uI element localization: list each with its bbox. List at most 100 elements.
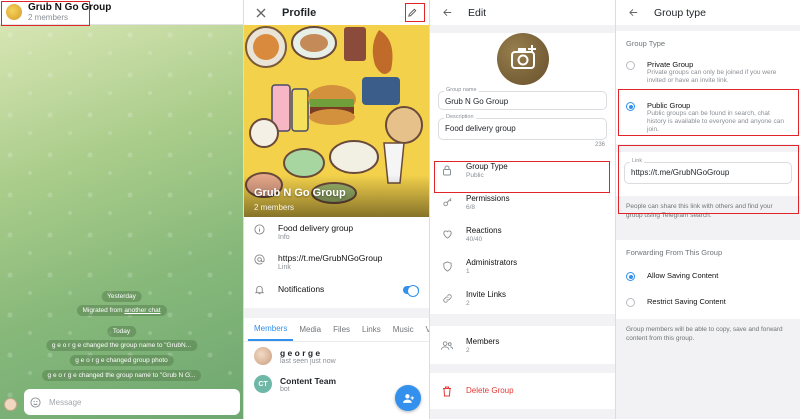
members-card: Members 2 [430, 326, 615, 364]
message-bar[interactable]: Message [24, 389, 240, 415]
settings-row-group-type[interactable]: Group Type Public [430, 154, 615, 186]
profile-panel: Profile Grub N Go Group 2 members Food d… [243, 0, 429, 419]
restrict-saving-radio[interactable] [626, 298, 635, 307]
delete-group-button[interactable]: Delete Group [430, 373, 615, 409]
administrators-value: 1 [466, 267, 470, 275]
service-message: g e o r g e changed group photo [69, 355, 174, 366]
camera-add-icon [496, 33, 549, 85]
tab-files[interactable]: Files [327, 318, 356, 341]
option-public-group[interactable]: Public Group Public groups can be found … [616, 95, 800, 140]
settings-row-reactions[interactable]: Reactions 40/40 [430, 218, 615, 250]
invite-links-label: Invite Links [466, 289, 507, 299]
edit-panel: Edit Group name Grub N Go Group Descript… [429, 0, 615, 419]
info-icon [254, 224, 268, 238]
pencil-icon[interactable] [405, 6, 419, 20]
option-private-group[interactable]: Private Group Private groups can only be… [616, 54, 800, 91]
member-name: g e o r g e [280, 347, 321, 358]
public-title: Public Group [647, 101, 691, 110]
group-name-label: Group name [444, 87, 479, 93]
reactions-label: Reactions [466, 225, 502, 235]
description-char-counter: 236 [594, 142, 605, 148]
group-name-value: Grub N Go Group [445, 97, 509, 106]
back-arrow-icon[interactable] [440, 6, 454, 20]
key-icon [440, 197, 454, 208]
chat-header-text[interactable]: Grub N Go Group 2 members [28, 2, 111, 23]
description-field[interactable]: Description Food delivery group [438, 114, 607, 140]
group-type-value: Public [466, 171, 484, 179]
invite-links-value: 2 [466, 299, 470, 307]
chat-header[interactable]: Grub N Go Group 2 members [0, 0, 243, 25]
tab-music[interactable]: Music [387, 318, 420, 341]
back-arrow-icon[interactable] [626, 6, 640, 20]
info-row-description[interactable]: Food delivery group Info [244, 217, 429, 247]
change-photo-avatar[interactable] [496, 33, 549, 85]
tab-voice[interactable]: Voice [420, 318, 429, 341]
link-card: Link https://t.me/GrubNGoGroup [616, 152, 800, 196]
option-restrict-saving[interactable]: Restrict Saving Content [616, 289, 800, 315]
chat-panel: Grub N Go Group 2 members Yesterday Migr… [0, 0, 243, 419]
forwarding-hint: Group members will be able to copy, save… [626, 326, 783, 342]
edit-header: Edit [430, 0, 615, 25]
add-member-button[interactable] [395, 385, 421, 411]
member-avatar: CT [254, 375, 272, 393]
edit-settings-list: Group Type Public Permissions 6/8 Reacti… [430, 154, 615, 314]
profile-tabs: Members Media Files Links Music Voice [244, 318, 429, 342]
members-value: 2 [466, 346, 470, 354]
notifications-label: Notifications [278, 284, 325, 294]
permissions-label: Permissions [466, 193, 510, 203]
notifications-toggle[interactable] [403, 285, 419, 297]
tab-links[interactable]: Links [356, 318, 387, 341]
edit-main-card: Group name Grub N Go Group Description F… [430, 33, 615, 154]
description-value: Food delivery group [445, 124, 516, 133]
emoji-icon[interactable] [30, 396, 41, 408]
restrict-saving-label: Restrict Saving Content [647, 297, 726, 306]
info-row-link[interactable]: https://t.me/GrubNGoGroup Link [244, 247, 429, 277]
trash-icon [440, 386, 454, 397]
member-status: last seen just now [280, 357, 336, 365]
allow-saving-radio[interactable] [626, 272, 635, 281]
profile-cover-photo[interactable]: Grub N Go Group 2 members [244, 25, 429, 217]
forwarding-section-label: Forwarding From This Group [626, 248, 723, 257]
info-description-label: Info [278, 234, 290, 241]
public-radio[interactable] [626, 102, 635, 111]
add-user-icon [402, 393, 414, 403]
settings-row-members[interactable]: Members 2 [430, 326, 615, 364]
option-allow-saving[interactable]: Allow Saving Content [616, 263, 800, 289]
profile-cover-title: Grub N Go Group [254, 187, 346, 199]
settings-row-permissions[interactable]: Permissions 6/8 [430, 186, 615, 218]
member-row[interactable]: g e o r g e last seen just now [244, 342, 429, 370]
message-input[interactable]: Message [49, 398, 81, 407]
group-avatar[interactable] [6, 4, 22, 20]
tab-members[interactable]: Members [248, 318, 294, 341]
tab-media[interactable]: Media [293, 318, 327, 341]
group-name-field[interactable]: Group name Grub N Go Group [438, 87, 607, 110]
group-type-title: Group type [654, 6, 706, 19]
info-row-notifications[interactable]: Notifications [244, 277, 429, 304]
group-type-options: Group Type Private Group Private groups … [616, 31, 800, 144]
delete-group-label: Delete Group [466, 386, 514, 395]
settings-row-administrators[interactable]: Administrators 1 [430, 250, 615, 282]
private-radio[interactable] [626, 61, 635, 70]
chat-title: Grub N Go Group [28, 1, 112, 13]
edit-title: Edit [468, 6, 487, 19]
link-icon [440, 293, 454, 304]
service-message: g e o r g e changed the group name to "G… [41, 370, 202, 381]
member-status: bot [280, 385, 290, 393]
info-description-text: Food delivery group [278, 223, 354, 233]
bell-icon [254, 284, 268, 298]
public-link-field[interactable]: Link https://t.me/GrubNGoGroup [624, 158, 792, 184]
group-type-label: Group Type [466, 161, 508, 171]
profile-cover-subtitle: 2 members [254, 203, 295, 212]
service-message: g e o r g e changed the group name to "G… [45, 340, 198, 351]
close-icon[interactable] [254, 6, 268, 20]
settings-row-invite-links[interactable]: Invite Links 2 [430, 282, 615, 314]
service-migrated: Migrated from another chat [76, 305, 167, 316]
reactions-value: 40/40 [466, 235, 483, 243]
user-avatar-small[interactable] [4, 398, 17, 411]
group-type-header: Group type [616, 0, 800, 25]
service-date-yesterday: Yesterday [101, 291, 142, 302]
link-value: https://t.me/GrubNGoGroup [631, 168, 730, 177]
private-title: Private Group [647, 60, 694, 69]
service-migrated-link[interactable]: another chat [124, 307, 160, 314]
lock-icon [440, 165, 454, 176]
